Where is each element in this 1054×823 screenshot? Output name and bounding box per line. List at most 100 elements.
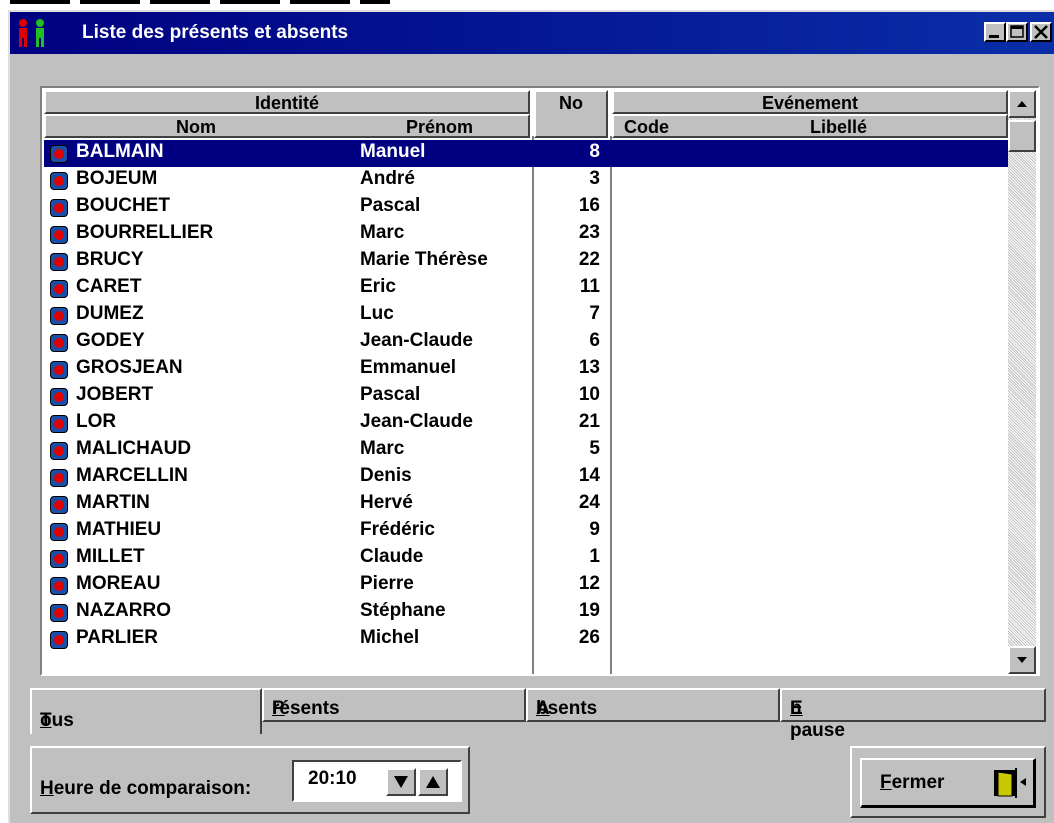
row-no: 8 [589, 141, 600, 162]
table-row[interactable]: MATHIEU Frédéric 9 [44, 518, 1008, 545]
row-no: 24 [578, 492, 600, 513]
table-row[interactable]: BOURRELLIER Marc 23 [44, 221, 1008, 248]
row-prenom: Denis [360, 465, 412, 486]
row-prenom: Stéphane [360, 600, 446, 621]
tab-absents-label: bsents [536, 698, 598, 719]
close-button-label: Fermer [880, 772, 944, 794]
close-window-button[interactable] [1030, 22, 1052, 42]
header-evenement: Evénement [612, 90, 1008, 114]
comparison-panel: Heure de comparaison: 20:10 [30, 746, 470, 814]
row-no: 6 [589, 330, 600, 351]
row-nom: MALICHAUD [76, 438, 192, 459]
row-prenom: Jean-Claude [360, 411, 473, 432]
header-nom: Nom [176, 117, 216, 137]
row-no: 7 [589, 303, 600, 324]
table-row[interactable]: GROSJEAN Emmanuel 13 [44, 356, 1008, 383]
minimize-button[interactable] [984, 22, 1006, 42]
row-prenom: Marc [360, 438, 405, 459]
status-red-icon [50, 631, 68, 649]
tab-presents-label: résents [272, 698, 340, 719]
table-row[interactable]: BALMAIN Manuel 8 [44, 140, 1008, 167]
row-no: 16 [578, 195, 600, 216]
time-decrease-button[interactable] [386, 768, 416, 796]
header-libelle: Libellé [810, 117, 868, 137]
status-red-icon [50, 253, 68, 271]
header-code-libelle[interactable]: Code Libellé [612, 114, 1008, 138]
row-prenom: Michel [360, 627, 420, 648]
status-red-icon [50, 361, 68, 379]
status-red-icon [50, 172, 68, 190]
tab-en-pause-label: n pause [790, 698, 845, 741]
tab-absents[interactable]: Absents [526, 688, 780, 722]
row-no: 26 [578, 627, 600, 648]
row-nom: MOREAU [76, 573, 161, 594]
row-no: 5 [589, 438, 600, 459]
row-nom: GROSJEAN [76, 357, 183, 378]
row-nom: MILLET [76, 546, 145, 567]
table-row[interactable]: MOREAU Pierre 12 [44, 572, 1008, 599]
table-row[interactable]: CARET Eric 11 [44, 275, 1008, 302]
row-nom: BOURRELLIER [76, 222, 214, 243]
time-field[interactable]: 20:10 [292, 760, 462, 802]
status-red-icon [50, 442, 68, 460]
row-no: 22 [578, 249, 600, 270]
arrow-down-icon [394, 776, 408, 788]
row-nom: CARET [76, 276, 142, 297]
table-row[interactable]: GODEY Jean-Claude 6 [44, 329, 1008, 356]
tab-presents[interactable]: Présents [262, 688, 526, 722]
row-no: 11 [579, 276, 600, 297]
status-red-icon [50, 415, 68, 433]
row-no: 1 [589, 546, 600, 567]
status-red-icon [50, 145, 68, 163]
exit-door-icon [994, 768, 1026, 798]
status-red-icon [50, 469, 68, 487]
header-code: Code [624, 117, 669, 137]
status-red-icon [50, 307, 68, 325]
tab-tous[interactable]: Tous [30, 688, 262, 734]
time-increase-button[interactable] [418, 768, 448, 796]
row-no: 13 [578, 357, 600, 378]
table-row[interactable]: MILLET Claude 1 [44, 545, 1008, 572]
header-no[interactable]: No [534, 90, 608, 138]
row-no: 19 [578, 600, 600, 621]
table-row[interactable]: PARLIER Michel 26 [44, 626, 1008, 653]
table-row[interactable]: MARCELLIN Denis 14 [44, 464, 1008, 491]
maximize-icon [1010, 25, 1024, 38]
status-red-icon [50, 334, 68, 352]
table-row[interactable]: MALICHAUD Marc 5 [44, 437, 1008, 464]
tab-en-pause[interactable]: En pause [780, 688, 1046, 741]
table-row[interactable]: LOR Jean-Claude 21 [44, 410, 1008, 437]
row-no: 3 [589, 168, 600, 189]
row-prenom: Pascal [360, 384, 421, 405]
status-red-icon [50, 577, 68, 595]
table-row[interactable]: JOBERT Pascal 10 [44, 383, 1008, 410]
scroll-thumb[interactable] [1008, 120, 1036, 152]
minimize-icon [989, 35, 999, 38]
row-nom: LOR [76, 411, 117, 432]
row-prenom: Pascal [360, 195, 421, 216]
table-row[interactable]: NAZARRO Stéphane 19 [44, 599, 1008, 626]
maximize-button[interactable] [1006, 22, 1028, 42]
table-row[interactable]: BRUCY Marie Thérèse 22 [44, 248, 1008, 275]
scroll-down-button[interactable] [1008, 646, 1036, 674]
row-prenom: Emmanuel [360, 357, 457, 378]
row-nom: DUMEZ [76, 303, 144, 324]
comparison-label: Heure de comparaison: [40, 778, 251, 800]
row-prenom: Luc [360, 303, 394, 324]
table-row[interactable]: DUMEZ Luc 7 [44, 302, 1008, 329]
table-row[interactable]: MARTIN Hervé 24 [44, 491, 1008, 518]
status-red-icon [50, 199, 68, 217]
row-prenom: Eric [360, 276, 396, 297]
table-row[interactable]: BOUCHET Pascal 16 [44, 194, 1008, 221]
vertical-scrollbar[interactable] [1008, 90, 1036, 674]
table-row[interactable]: BOJEUM André 3 [44, 167, 1008, 194]
header-nom-prenom[interactable]: Nom Prénom [44, 114, 530, 138]
scroll-up-button[interactable] [1008, 90, 1036, 118]
status-red-icon [50, 280, 68, 298]
row-prenom: Manuel [360, 141, 426, 162]
main-window: Liste des présents et absents Identité N… [8, 10, 1054, 823]
close-button[interactable]: Fermer [860, 758, 1036, 808]
close-button-text: ermer [891, 772, 945, 793]
row-nom: MARCELLIN [76, 465, 188, 486]
row-prenom: Jean-Claude [360, 330, 473, 351]
